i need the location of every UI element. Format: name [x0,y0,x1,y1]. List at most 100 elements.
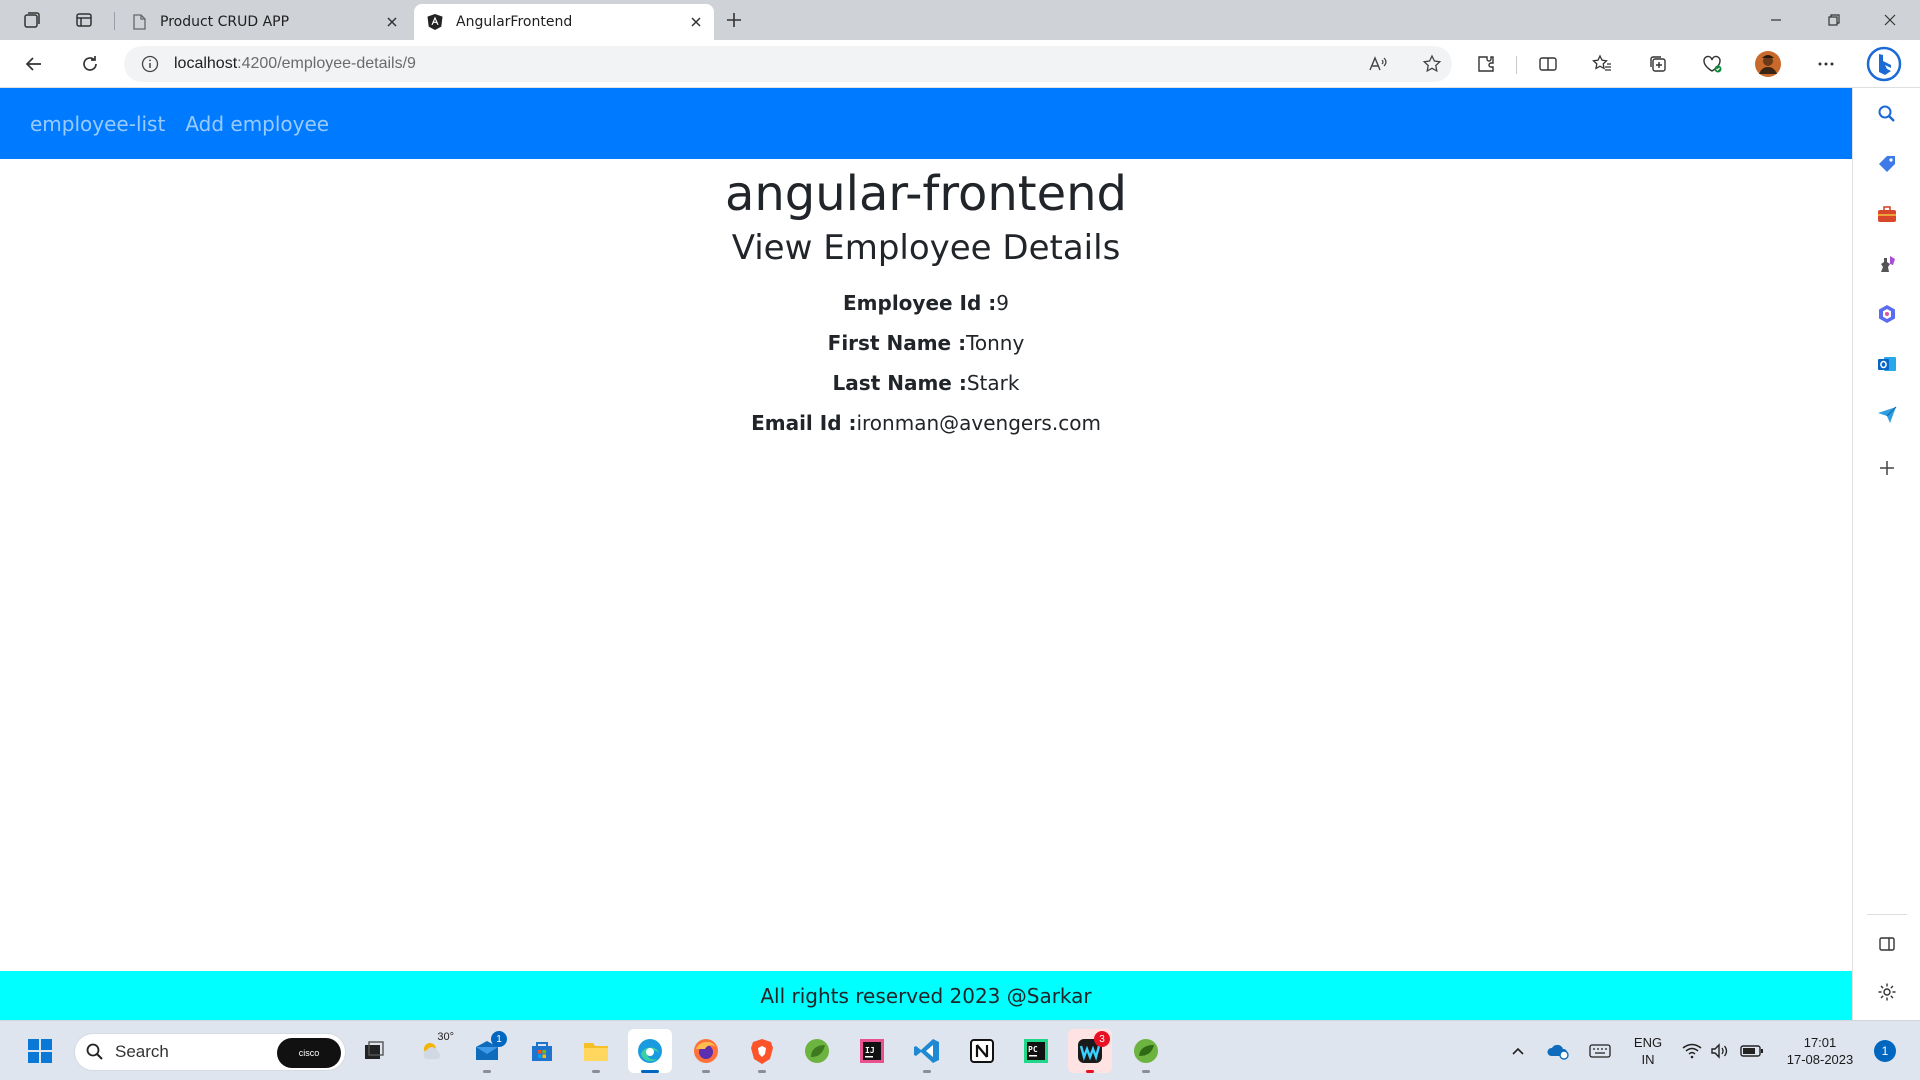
detail-value: ironman@avengers.com [856,411,1101,435]
bing-copilot-icon[interactable] [1862,44,1906,84]
weather-widget-icon[interactable]: 30° [410,1029,454,1073]
games-icon[interactable] [1869,246,1905,282]
running-indicator [1142,1070,1150,1073]
volume-icon[interactable] [1708,1031,1732,1071]
refresh-button[interactable] [72,46,108,82]
nav-employee-list-link[interactable]: employee-list [30,112,165,136]
spring-tool-suite-icon[interactable] [795,1029,839,1073]
windows-taskbar: Search cisco 30° 1 IJ PC 3 ENG IN 17:01 … [0,1020,1920,1080]
split-screen-icon[interactable] [1530,46,1566,82]
weather-temp: 30° [437,1031,454,1043]
favorite-star-icon[interactable] [1414,46,1450,82]
tab-angular-frontend[interactable]: AngularFrontend [414,4,714,40]
search-icon[interactable] [1869,96,1905,132]
browser-tab-strip: Product CRUD APP AngularFrontend [0,0,1920,40]
read-aloud-icon[interactable] [1360,46,1396,82]
toolbar-separator [1516,56,1517,74]
running-indicator [483,1070,491,1073]
vs-code-icon[interactable] [905,1029,949,1073]
clock-date: 17-08-2023 [1786,1052,1854,1067]
page-heading: View Employee Details [731,228,1121,268]
back-button[interactable] [16,46,52,82]
tab-product-crud-app[interactable]: Product CRUD APP [118,4,410,40]
detail-label: Email Id : [751,411,857,435]
running-indicator [592,1070,600,1073]
document-icon [130,13,148,31]
intellij-idea-icon[interactable]: IJ [850,1029,894,1073]
windows-start-icon[interactable] [18,1029,62,1073]
edge-browser-icon[interactable] [628,1029,672,1073]
new-tab-button[interactable] [716,4,752,36]
firefox-icon[interactable] [684,1029,728,1073]
detail-value: Tonny [966,331,1025,355]
brave-browser-icon[interactable] [740,1029,784,1073]
cisco-widget[interactable]: cisco [277,1038,341,1068]
close-tab-icon[interactable] [378,8,406,36]
notification-count: 1 [1881,1044,1889,1058]
page-viewport: employee-list Add employee angular-front… [0,88,1852,1020]
onedrive-sync-icon[interactable] [1542,1031,1574,1071]
svg-text:IJ: IJ [865,1046,875,1055]
language-region: IN [1641,1052,1655,1067]
clock-time: 17:01 [1803,1035,1837,1050]
microsoft-365-icon[interactable] [1869,296,1905,332]
minimize-button[interactable] [1748,0,1804,40]
add-sidebar-app-icon[interactable] [1869,450,1905,486]
tab-actions-icon[interactable] [66,4,102,36]
shopping-tag-icon[interactable] [1869,146,1905,182]
running-indicator [1086,1070,1094,1073]
tools-briefcase-icon[interactable] [1869,196,1905,232]
task-view-icon[interactable] [352,1029,396,1073]
workspaces-icon[interactable] [14,4,50,36]
spring-boot-icon[interactable] [1124,1029,1168,1073]
site-info-icon[interactable] [132,46,168,82]
browser-essentials-icon[interactable] [1694,46,1730,82]
url-host: localhost [174,55,238,72]
detail-employee-id: Employee Id :9 [0,289,1852,317]
more-options-icon[interactable] [1808,46,1844,82]
webex-badge: 3 [1094,1031,1110,1047]
app-navbar: employee-list Add employee [0,88,1852,159]
language-indicator[interactable]: ENG IN [1626,1031,1670,1071]
profile-avatar[interactable] [1750,46,1786,82]
pycharm-icon[interactable]: PC [1014,1029,1058,1073]
favorites-icon[interactable] [1584,46,1620,82]
notion-icon[interactable] [960,1029,1004,1073]
angular-logo-icon [426,13,444,31]
hide-sidebar-icon[interactable] [1869,926,1905,962]
sidebar-divider [1867,914,1907,915]
detail-value: 9 [996,291,1009,315]
detail-label: Employee Id : [843,291,997,315]
employee-details: Employee Id :9 First Name :Tonny Last Na… [0,289,1852,437]
restore-button[interactable] [1806,0,1862,40]
microsoft-store-icon[interactable] [520,1029,564,1073]
webex-icon[interactable]: 3 [1068,1029,1112,1073]
close-window-button[interactable] [1862,0,1918,40]
settings-gear-icon[interactable] [1869,974,1905,1010]
tab-separator [114,12,115,30]
app-title: angular-frontend [724,166,1128,222]
wifi-icon[interactable] [1680,1031,1704,1071]
touch-keyboard-icon[interactable] [1584,1031,1616,1071]
collections-icon[interactable] [1640,46,1676,82]
running-indicator [758,1070,766,1073]
address-bar[interactable]: localhost:4200/employee-details/9 [124,46,1452,82]
running-indicator [641,1070,659,1073]
outlook-icon[interactable] [1869,346,1905,382]
extensions-icon[interactable] [1468,46,1504,82]
taskbar-search-box[interactable]: Search cisco [74,1033,346,1071]
battery-icon[interactable] [1738,1031,1766,1071]
system-clock[interactable]: 17:01 17-08-2023 [1778,1031,1862,1071]
close-tab-icon[interactable] [682,8,710,36]
detail-value: Stark [966,371,1020,395]
edge-sidebar [1852,88,1920,1020]
notification-center-badge[interactable]: 1 [1874,1040,1896,1062]
running-indicator [702,1070,710,1073]
file-explorer-icon[interactable] [574,1029,618,1073]
nav-add-employee-link[interactable]: Add employee [185,112,329,136]
svg-text:PC: PC [1028,1045,1038,1054]
browser-toolbar: localhost:4200/employee-details/9 [0,40,1920,88]
mail-app-icon[interactable]: 1 [465,1029,509,1073]
show-hidden-icons-chevron-up-icon[interactable] [1504,1031,1532,1071]
send-paper-plane-icon[interactable] [1869,396,1905,432]
